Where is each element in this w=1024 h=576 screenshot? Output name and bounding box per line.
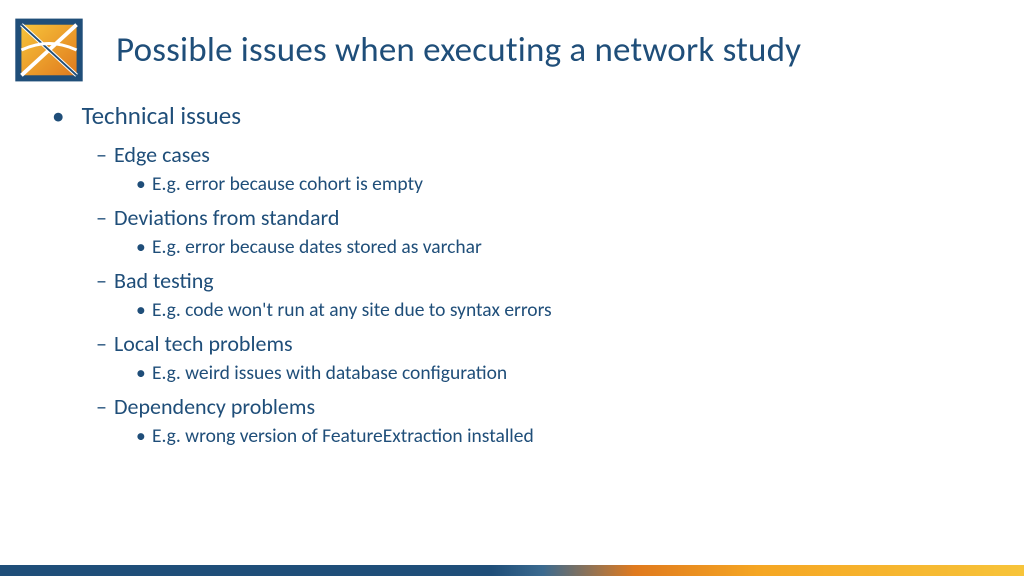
example-item: E.g. error because cohort is empty — [136, 172, 1024, 196]
bullet-list-level3: E.g. wrong version of FeatureExtraction … — [96, 424, 1024, 448]
bullet-list-level3: E.g. code won't run at any site due to s… — [96, 298, 1024, 322]
footer-gradient-bar — [0, 565, 1024, 576]
sub-topic: Bad testing — [96, 267, 214, 294]
list-item: Local tech problems E.g. weird issues wi… — [96, 330, 1024, 385]
bullet-list-level3: E.g. error because cohort is empty — [96, 172, 1024, 196]
sub-topic: Local tech problems — [96, 330, 293, 357]
bullet-list-level3: E.g. weird issues with database configur… — [96, 361, 1024, 385]
sub-topic: Edge cases — [96, 141, 210, 168]
list-item: Technical issues Edge cases E.g. error b… — [54, 100, 1024, 448]
main-topic: Technical issues — [82, 100, 241, 131]
list-item: Bad testing E.g. code won't run at any s… — [96, 267, 1024, 322]
example-item: E.g. weird issues with database configur… — [136, 361, 1024, 385]
ohdsi-logo-icon — [10, 14, 88, 86]
example-item: E.g. code won't run at any site due to s… — [136, 298, 1024, 322]
list-item: Deviations from standard E.g. error beca… — [96, 204, 1024, 259]
bullet-list-level3: E.g. error because dates stored as varch… — [96, 235, 1024, 259]
list-item: Dependency problems E.g. wrong version o… — [96, 393, 1024, 448]
slide-content: Technical issues Edge cases E.g. error b… — [0, 86, 1024, 448]
bullet-list-level2: Edge cases E.g. error because cohort is … — [54, 141, 1024, 448]
example-item: E.g. error because dates stored as varch… — [136, 235, 1024, 259]
slide-header: Possible issues when executing a network… — [0, 0, 1024, 86]
sub-topic: Deviations from standard — [96, 204, 339, 231]
slide-title: Possible issues when executing a network… — [116, 29, 801, 71]
sub-topic: Dependency problems — [96, 393, 315, 420]
example-item: E.g. wrong version of FeatureExtraction … — [136, 424, 1024, 448]
list-item: Edge cases E.g. error because cohort is … — [96, 141, 1024, 196]
bullet-list-level1: Technical issues Edge cases E.g. error b… — [54, 100, 1024, 448]
